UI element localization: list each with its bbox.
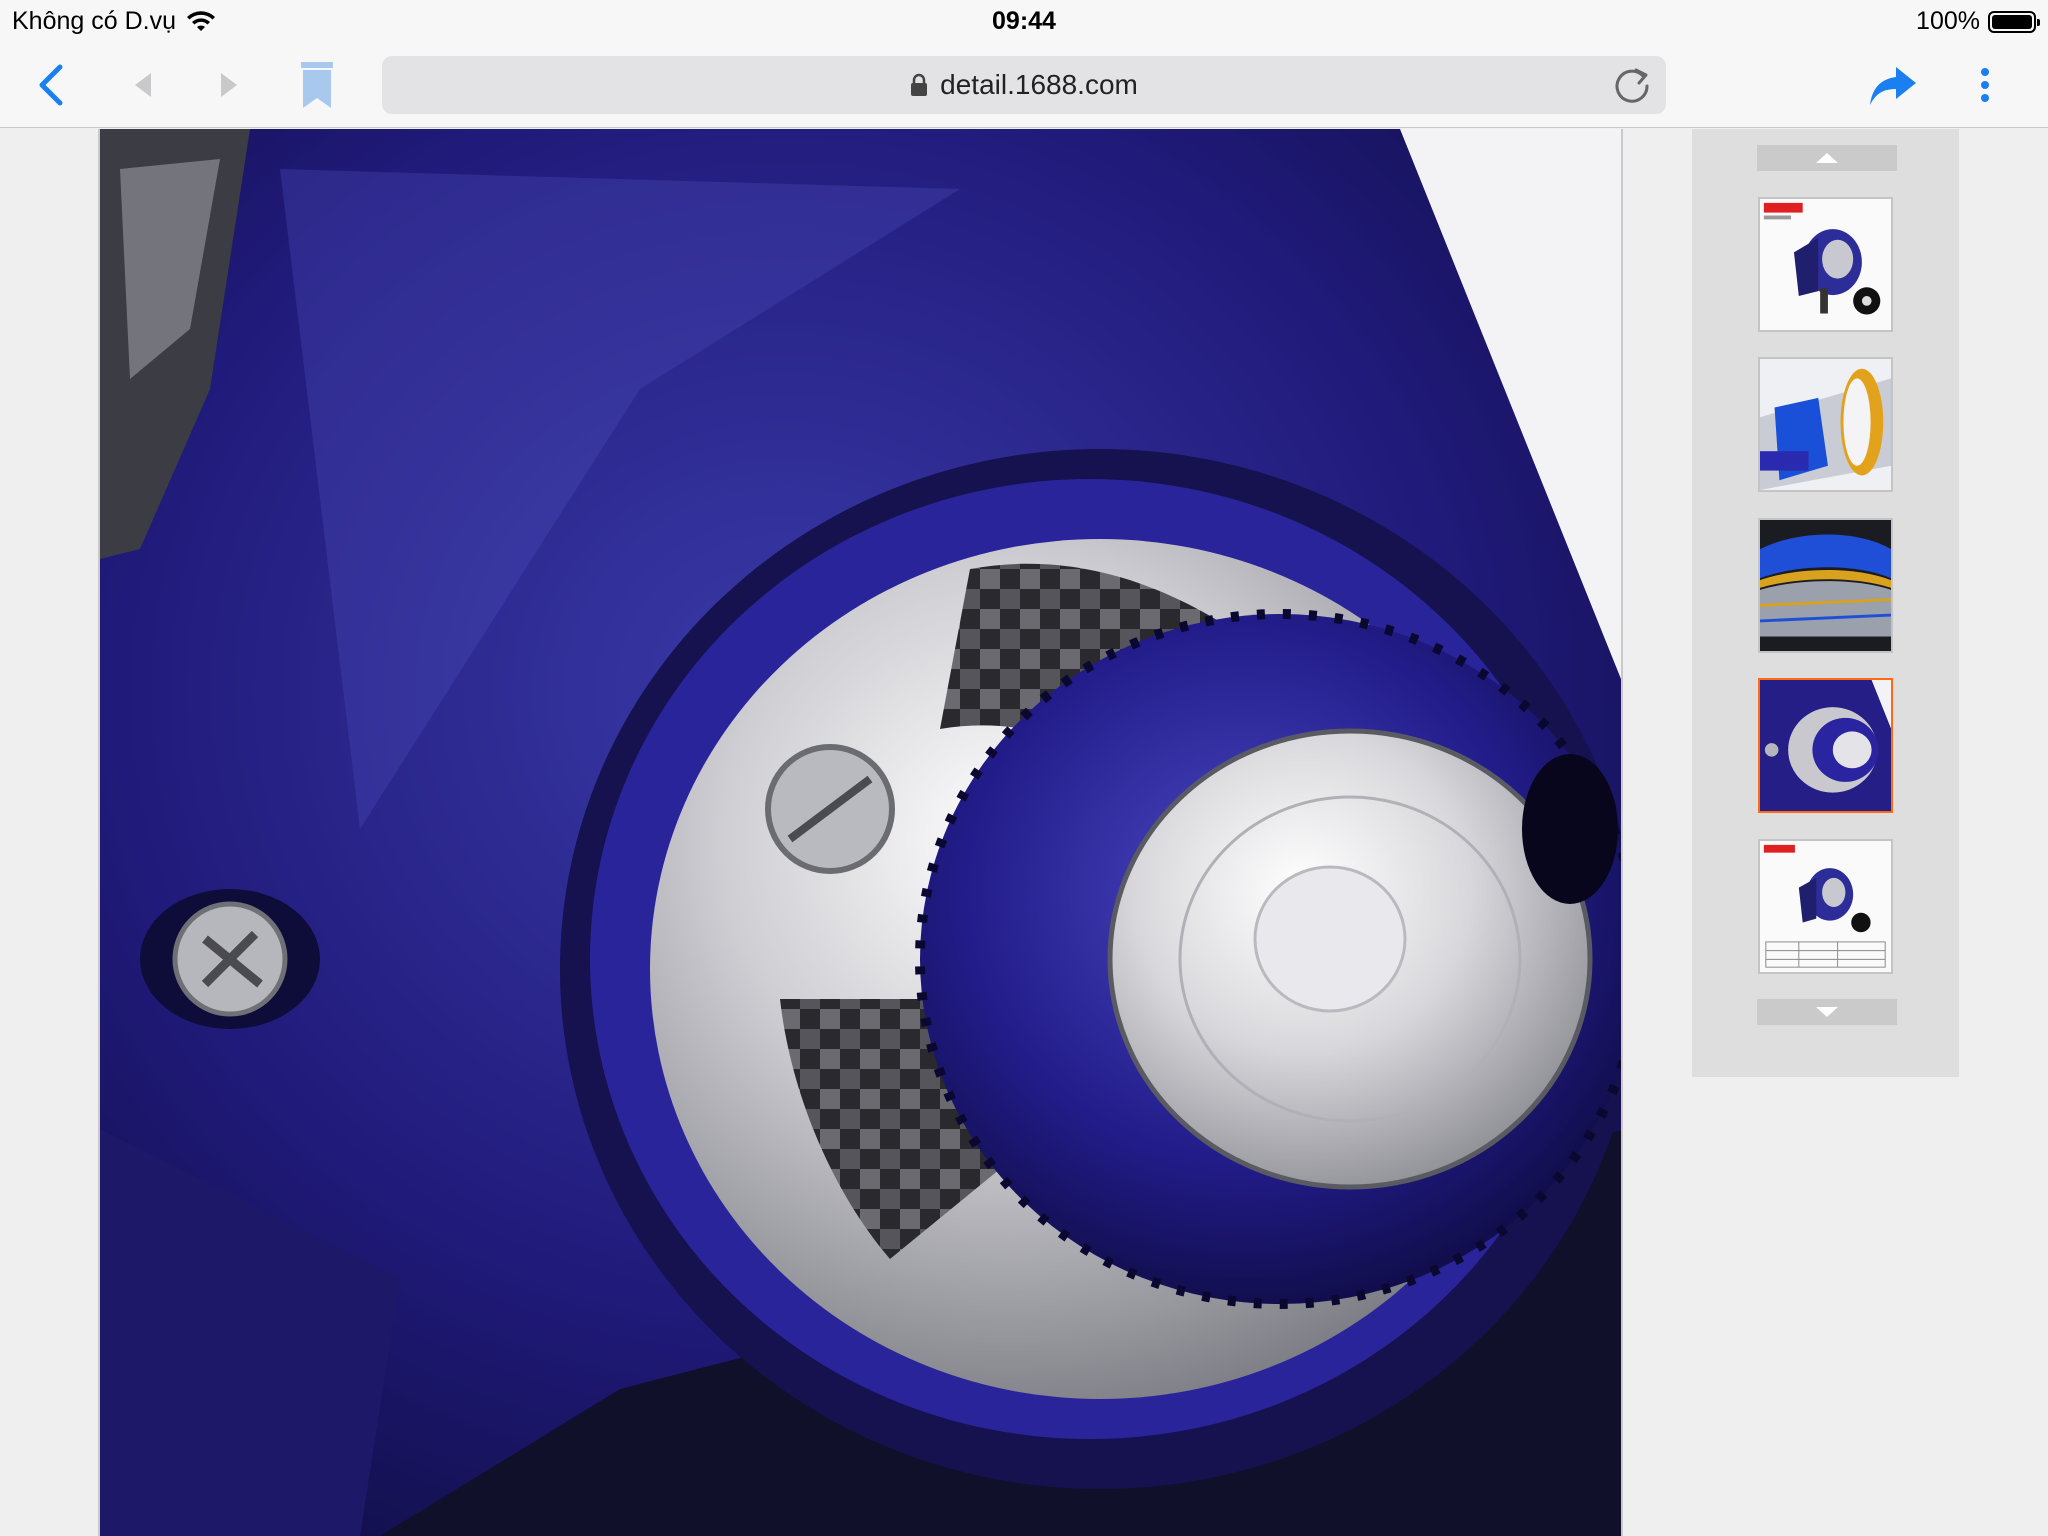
reel-closeup-illustration <box>100 129 1621 1536</box>
main-product-image[interactable] <box>98 129 1623 1536</box>
status-clock: 09:44 <box>992 7 1056 35</box>
browser-toolbar: detail.1688.com <box>0 42 2048 128</box>
thumbnail-1[interactable] <box>1758 197 1893 332</box>
reload-button[interactable] <box>1610 64 1654 108</box>
thumbnail-3[interactable] <box>1758 518 1893 653</box>
bookmark-button[interactable] <box>290 58 344 112</box>
share-icon <box>1870 67 1916 105</box>
battery-icon <box>1988 10 2040 33</box>
battery-percent: 100% <box>1916 7 1980 35</box>
thumbnail-4-selected[interactable] <box>1758 678 1893 813</box>
back-icon <box>39 64 63 106</box>
caret-up-icon <box>1816 153 1838 163</box>
history-forward-icon <box>221 73 237 97</box>
share-button[interactable] <box>1866 58 1920 112</box>
thumbnail-3-image <box>1760 520 1891 651</box>
more-icon <box>1981 68 1989 102</box>
history-forward-button[interactable] <box>202 58 256 112</box>
battery-fill <box>1992 14 2032 29</box>
history-back-icon <box>135 73 151 97</box>
lock-icon <box>911 73 928 96</box>
bookmark-icon <box>301 62 333 108</box>
status-bar: Không có D.vụ 09:44 100% <box>0 0 2048 42</box>
url-text: detail.1688.com <box>940 69 1138 100</box>
thumbnail-scroll-up-button[interactable] <box>1757 145 1897 171</box>
history-back-button[interactable] <box>116 58 170 112</box>
address-bar[interactable]: detail.1688.com <box>382 56 1666 114</box>
thumbnail-5-image <box>1760 841 1891 972</box>
thumbnail-5[interactable] <box>1758 839 1893 974</box>
more-button[interactable] <box>1958 58 2012 112</box>
thumbnail-2[interactable] <box>1758 357 1893 492</box>
back-button[interactable] <box>24 58 78 112</box>
thumbnail-2-image <box>1760 359 1891 490</box>
page-content <box>0 129 2048 1536</box>
thumbnail-rail <box>1692 129 1959 1077</box>
thumbnail-scroll-down-button[interactable] <box>1757 999 1897 1025</box>
reload-icon <box>1615 68 1649 103</box>
thumbnail-4-image <box>1760 680 1891 811</box>
caret-down-icon <box>1816 1007 1838 1017</box>
battery-group: 100% <box>1916 7 2040 36</box>
thumbnail-1-image <box>1760 199 1891 330</box>
